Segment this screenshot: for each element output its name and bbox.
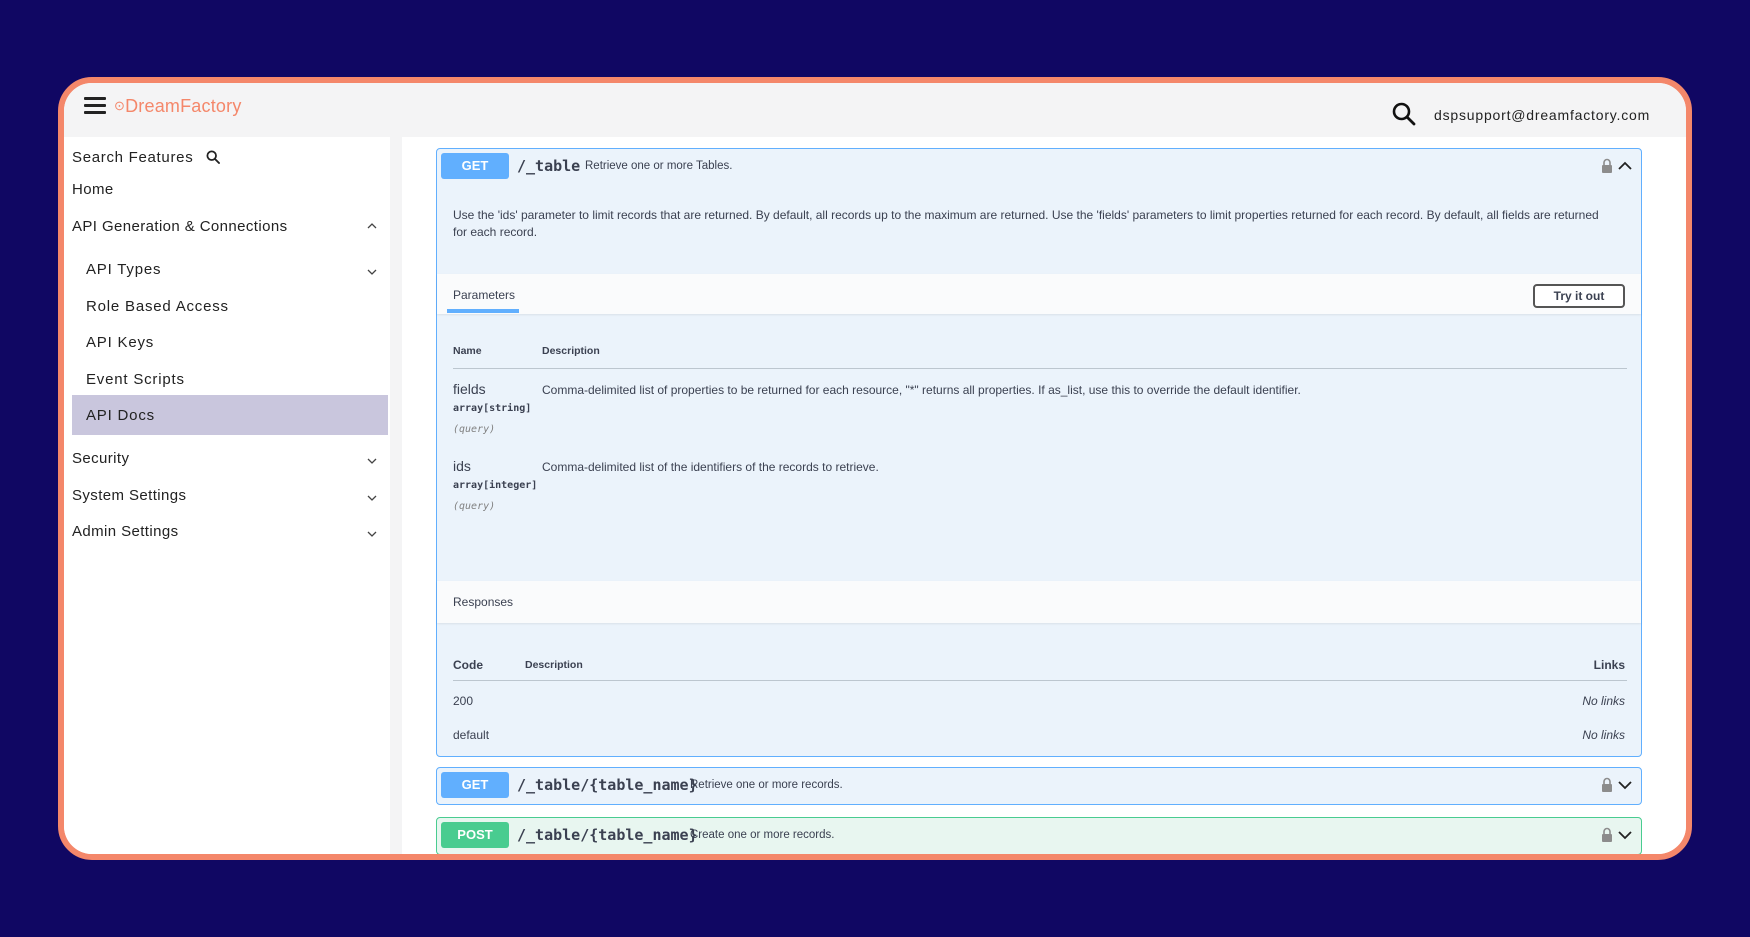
divider (453, 368, 1627, 369)
sidebar-item-label: API Keys (86, 334, 155, 351)
opblock-summary[interactable]: GET /_table Retrieve one or more Tables. (437, 149, 1641, 183)
logo[interactable]: ⊙DreamFactory (114, 96, 242, 117)
param-type: array[string] (453, 403, 532, 414)
sidebar-item-admin-settings[interactable]: Admin Settings (72, 523, 388, 563)
sidebar-item-label: Role Based Access (86, 298, 229, 315)
method-badge: GET (441, 153, 509, 179)
lock-icon[interactable] (1601, 827, 1613, 843)
sidebar-item-api-keys[interactable]: API Keys (72, 334, 388, 374)
menu-icon[interactable] (84, 97, 106, 117)
logo-mark: ⊙ (114, 98, 126, 113)
sidebar: Search Features Home API Generation & Co… (64, 137, 390, 854)
param-name: fields (453, 381, 486, 397)
lock-icon[interactable] (1601, 777, 1613, 793)
sidebar-divider (390, 137, 402, 854)
chevron-up-icon[interactable] (1617, 160, 1633, 172)
chevron-down-icon[interactable] (1617, 829, 1633, 841)
endpoint-path: /_table (517, 157, 581, 175)
response-code: default (453, 728, 490, 742)
logo-text: DreamFactory (125, 96, 242, 116)
chevron-down-icon (367, 495, 377, 501)
sidebar-item-api-types[interactable]: API Types (72, 261, 388, 301)
chevron-down-icon (367, 458, 377, 464)
chevron-down-icon (367, 531, 377, 537)
param-header-description: Description (542, 345, 600, 357)
user-email[interactable]: dspsupport@dreamfactory.com (1434, 107, 1650, 123)
chevron-up-icon (367, 223, 377, 229)
param-type: array[integer] (453, 480, 538, 491)
sidebar-item-label: Admin Settings (72, 523, 179, 540)
responses-label: Responses (453, 595, 514, 609)
sidebar-item-label: Security (72, 450, 130, 467)
divider (453, 680, 1627, 681)
endpoint-summary: Retrieve one or more Tables. (585, 160, 733, 172)
param-location: (query) (453, 424, 496, 435)
method-badge: POST (441, 822, 509, 848)
response-header-description: Description (525, 659, 583, 671)
param-location: (query) (453, 501, 496, 512)
sidebar-item-security[interactable]: Security (72, 450, 388, 490)
sidebar-item-label: Event Scripts (86, 371, 185, 388)
endpoint-summary: Create one or more records. (690, 829, 835, 841)
search-features-label: Search Features (72, 149, 194, 166)
sidebar-item-system-settings[interactable]: System Settings (72, 487, 388, 527)
chevron-down-icon (367, 269, 377, 275)
param-description: Comma-delimited list of the identifiers … (542, 460, 879, 474)
parameters-tab-bar: Parameters Try it out (437, 274, 1641, 314)
param-description: Comma-delimited list of properties to be… (542, 383, 1301, 397)
opblock-summary[interactable]: POST /_table/{table_name} Create one or … (437, 818, 1641, 852)
sidebar-item-label: API Types (86, 261, 162, 278)
sidebar-item-label: API Docs (86, 407, 155, 424)
lock-icon[interactable] (1601, 158, 1613, 174)
search-features[interactable]: Search Features (72, 149, 221, 166)
responses-header: Responses (437, 581, 1641, 623)
sidebar-item-label: API Generation & Connections (72, 218, 288, 235)
sidebar-item-api-generation[interactable]: API Generation & Connections (72, 218, 388, 258)
sidebar-item-home[interactable]: Home (72, 181, 388, 221)
search-icon (206, 150, 221, 164)
sidebar-item-api-docs[interactable]: API Docs (72, 395, 388, 435)
response-links: No links (1582, 728, 1625, 742)
chevron-down-icon[interactable] (1617, 779, 1633, 791)
try-it-out-button[interactable]: Try it out (1533, 284, 1625, 308)
app-window: ⊙DreamFactory dspsupport@dreamfactory.co… (58, 77, 1692, 860)
endpoint-path: /_table/{table_name} (517, 826, 698, 844)
param-header-name: Name (453, 345, 482, 357)
sidebar-item-role-based-access[interactable]: Role Based Access (72, 298, 388, 338)
param-name: ids (453, 458, 471, 474)
opblock-get-table-name: GET /_table/{table_name} Retrieve one or… (436, 767, 1642, 805)
endpoint-description: Use the 'ids' parameter to limit records… (453, 208, 1599, 239)
search-icon[interactable] (1391, 101, 1417, 127)
method-badge: GET (441, 772, 509, 798)
response-code: 200 (453, 694, 474, 708)
tab-parameters[interactable]: Parameters (453, 288, 515, 302)
opblock-get-table: GET /_table Retrieve one or more Tables.… (436, 148, 1642, 757)
sidebar-item-label: System Settings (72, 487, 187, 504)
top-bar: ⊙DreamFactory dspsupport@dreamfactory.co… (64, 83, 1686, 137)
opblock-summary[interactable]: GET /_table/{table_name} Retrieve one or… (437, 768, 1641, 802)
sidebar-item-label: Home (72, 181, 114, 198)
response-header-code: Code (453, 658, 483, 672)
response-header-links: Links (1593, 658, 1625, 672)
endpoint-summary: Retrieve one or more records. (690, 779, 843, 791)
endpoint-path: /_table/{table_name} (517, 776, 698, 794)
tab-underline (447, 309, 519, 313)
opblock-post-table-name: POST /_table/{table_name} Create one or … (436, 817, 1642, 854)
response-links: No links (1582, 694, 1625, 708)
